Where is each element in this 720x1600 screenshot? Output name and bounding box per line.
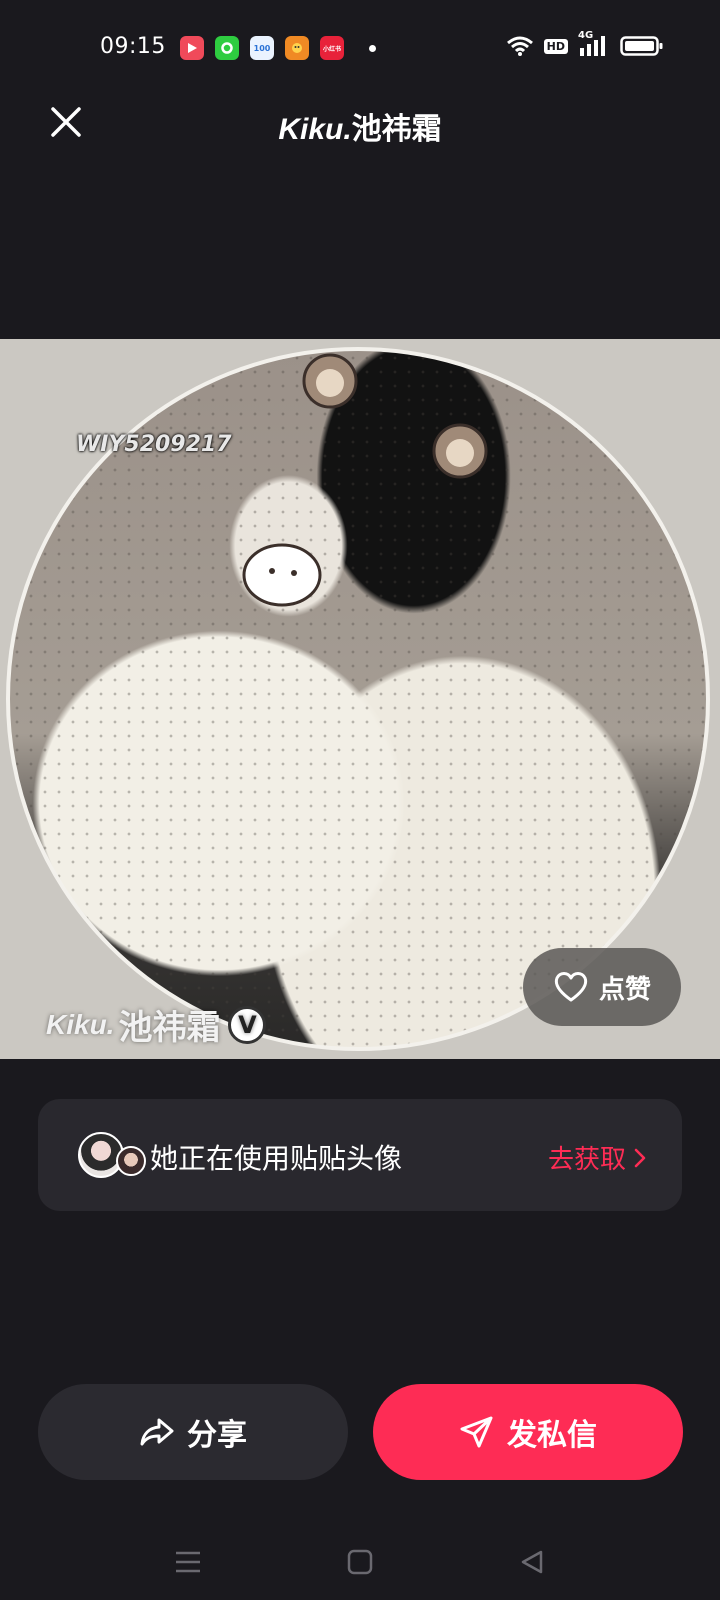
promo-card[interactable]: 她正在使用贴贴头像 去获取 [38,1099,682,1211]
promo-avatar-secondary [116,1146,146,1176]
promo-avatars [78,1132,148,1180]
green-app-icon [215,36,239,60]
watermark-brand: Kiku. [46,1008,115,1040]
watermark-chinese-name: 池祎霜 [118,1008,221,1048]
promo-text: 她正在使用贴贴头像 [150,1142,403,1175]
share-button[interactable]: 分享 [38,1384,348,1480]
title-brand: Kiku. [278,113,352,146]
red-app-icon: 小红书 [320,36,344,60]
system-icons: HD 4G [506,30,664,58]
chevron-right-icon [634,1148,646,1167]
send-message-label: 发私信 [507,1418,597,1453]
like-button[interactable]: 点赞 [523,948,681,1026]
nav-home-button[interactable] [340,1542,380,1582]
status-bar: 09:15 100 小红书 HD 4G [0,0,720,96]
hd-badge: HD [543,38,568,54]
watermark-id: WIY5209217 [76,432,232,457]
get-avatar-link[interactable]: 去获取 [548,1139,646,1176]
nav-menu-button[interactable] [168,1542,208,1582]
share-label: 分享 [187,1418,247,1453]
heart-icon [554,972,588,1002]
more-notifications-dot [369,44,376,52]
share-icon [140,1418,174,1446]
verified-badge: V [228,1005,267,1044]
network-type-label: 4G [578,30,594,41]
title-name: 池祎霜 [351,112,442,147]
video-app-icon [180,36,204,60]
wifi-icon [506,36,533,56]
signal-icon: 4G [578,30,610,58]
nav-back-button[interactable] [512,1542,552,1582]
status-time: 09:15 [100,34,166,59]
menu-icon [176,1551,200,1573]
watermark-name: Kiku. 池祎霜 V [46,1000,267,1049]
back-triangle-icon [521,1550,543,1574]
battery-icon [620,36,663,56]
like-label: 点赞 [598,974,651,1005]
top-bar: Kiku.池祎霜 [0,96,720,152]
get-avatar-label: 去获取 [547,1145,626,1175]
orange-app-icon [285,36,309,60]
page-title: Kiku.池祎霜 [0,104,720,148]
app-100-icon: 100 [250,36,274,60]
home-square-icon [347,1549,373,1575]
send-message-button[interactable]: 发私信 [373,1384,683,1480]
notification-app-icons: 100 小红书 [180,36,376,60]
system-nav-bar [0,1520,720,1600]
send-icon [460,1416,493,1448]
